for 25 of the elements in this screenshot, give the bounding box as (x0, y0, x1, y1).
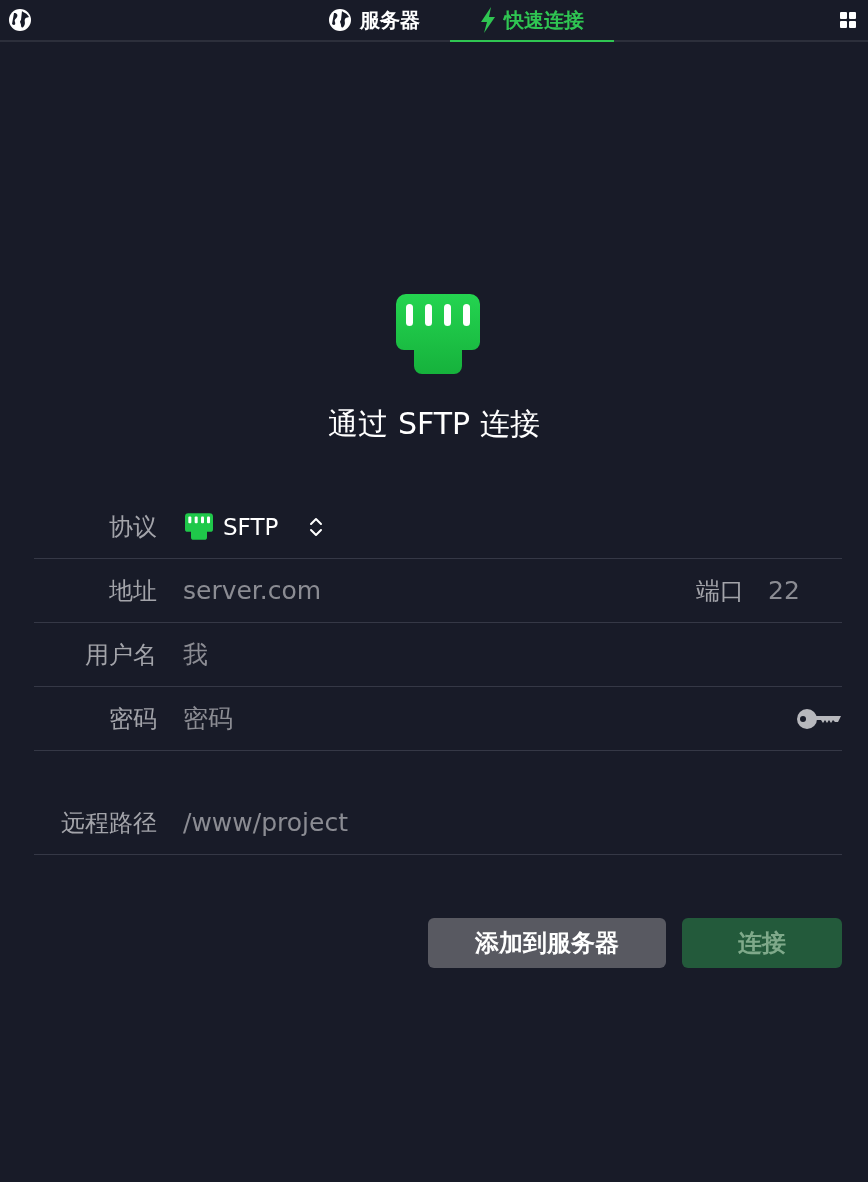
field-label: 协议 (108, 511, 157, 543)
field-label: 端口 (696, 575, 744, 607)
tab-label: 快速连接 (504, 6, 584, 34)
globe-icon[interactable] (8, 8, 32, 32)
lightning-icon (480, 7, 496, 33)
network-port-icon (396, 294, 480, 374)
network-port-icon (185, 513, 213, 540)
key-icon[interactable] (796, 707, 842, 730)
field-label: 远程路径 (60, 807, 157, 839)
tab[interactable]: 服务器 (298, 0, 450, 42)
form-heading: 通过 SFTP 连接 (327, 405, 541, 443)
globe-icon (328, 8, 352, 32)
input-field[interactable]: server.com (183, 576, 696, 605)
tab[interactable]: 快速连接 (450, 0, 614, 42)
input-field[interactable]: 密码 (183, 704, 796, 733)
tab-label: 服务器 (360, 6, 420, 34)
port-field[interactable]: 22 (768, 576, 842, 605)
field-label: 密码 (108, 703, 157, 735)
field-label: 用户名 (84, 639, 157, 671)
protocol-dropdown[interactable]: SFTP (185, 513, 325, 540)
grid-icon[interactable] (840, 12, 856, 28)
field-label: 地址 (108, 575, 157, 607)
add-button[interactable]: 添加到服务器 (428, 918, 666, 968)
input-field[interactable]: /www/project (183, 808, 842, 837)
input-field[interactable]: 我 (183, 640, 842, 669)
